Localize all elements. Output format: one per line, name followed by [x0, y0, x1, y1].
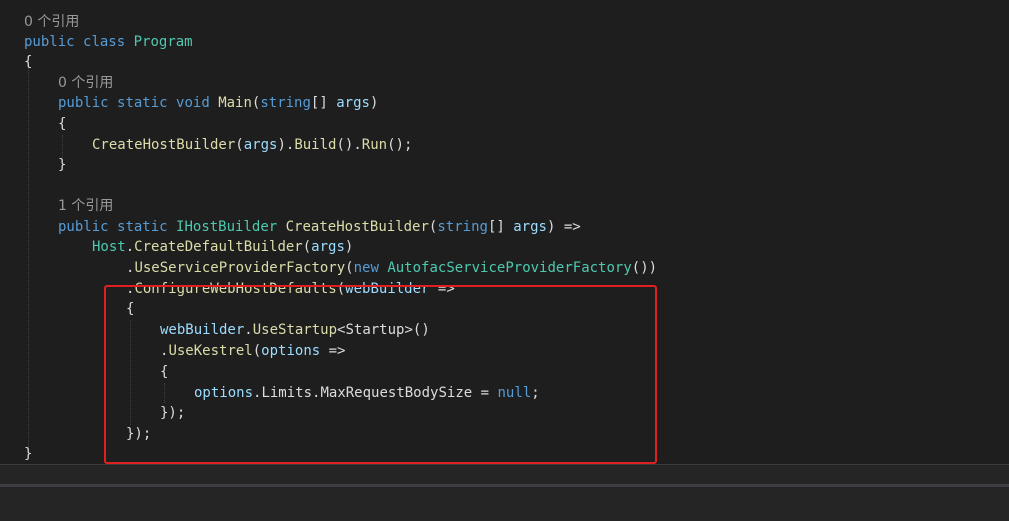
punctuation-token: } — [24, 446, 33, 462]
codelens-references[interactable]: 1 个引用 — [58, 196, 113, 216]
code-line-main-body: CreateHostBuilder(args).Build().Run(); — [92, 135, 412, 156]
method-token: CreateDefaultBuilder — [134, 239, 303, 255]
punctuation-token: [] — [310, 95, 337, 111]
method-token: Run — [361, 137, 388, 153]
punctuation-token: (); — [387, 137, 413, 153]
parameter-token: args — [243, 137, 278, 153]
keyword-token: static — [117, 219, 168, 235]
indent-guide — [28, 64, 29, 451]
codelens-references[interactable]: 0 个引用 — [58, 73, 113, 93]
horizontal-scrollbar[interactable] — [0, 484, 1009, 487]
punctuation-token: . — [353, 137, 362, 153]
punctuation-token: ( — [235, 137, 244, 153]
punctuation-token: ) — [277, 137, 286, 153]
parameter-token: args — [311, 239, 345, 255]
code-line-brace: } — [58, 155, 66, 176]
punctuation-token: . — [125, 239, 135, 255]
code-line-main-signature: public static void Main(string[] args) — [58, 93, 378, 114]
keyword-token: public — [58, 95, 109, 111]
method-token: CreateHostBuilder — [285, 219, 429, 235]
punctuation-token: ) — [344, 239, 354, 255]
punctuation-token: ( — [302, 239, 312, 255]
code-line-brace: { — [58, 114, 66, 135]
parameter-token: args — [336, 95, 370, 111]
type-token: AutofacServiceProviderFactory — [387, 260, 632, 276]
code-line-brace: { — [24, 52, 32, 73]
punctuation-token: { — [24, 54, 33, 70]
code-line-class-declaration: public class Program — [24, 32, 193, 53]
keyword-token: public — [24, 34, 75, 50]
code-editor[interactable]: 0 个引用 public class Program { 0 个引用 publi… — [0, 0, 1009, 464]
method-token: UseServiceProviderFactory — [134, 260, 346, 276]
keyword-token: new — [353, 260, 379, 276]
bottom-panel — [0, 465, 1009, 521]
punctuation-token: } — [58, 157, 67, 173]
keyword-token: string — [260, 95, 311, 111]
highlight-annotation-box — [104, 285, 657, 464]
punctuation-token: ()) — [631, 260, 658, 276]
indent-guide — [62, 135, 63, 157]
code-line-service-provider-factory: .UseServiceProviderFactory(new AutofacSe… — [126, 258, 657, 279]
type-token: IHostBuilder — [176, 219, 278, 235]
punctuation-token: ( — [345, 260, 354, 276]
type-token: Program — [133, 34, 193, 50]
keyword-token: static — [117, 95, 168, 111]
punctuation-token: => — [555, 219, 581, 235]
keyword-token: void — [176, 95, 210, 111]
method-token: Main — [218, 95, 252, 111]
keyword-token: string — [437, 219, 488, 235]
keyword-token: public — [58, 219, 109, 235]
keyword-token: class — [83, 34, 126, 50]
type-token: Host — [92, 239, 126, 255]
code-line-brace: } — [24, 444, 32, 465]
method-token: CreateHostBuilder — [92, 137, 236, 153]
punctuation-token: [] — [487, 219, 514, 235]
punctuation-token: ( — [336, 137, 345, 153]
codelens-references[interactable]: 0 个引用 — [24, 12, 79, 32]
punctuation-token: ) — [369, 95, 379, 111]
parameter-token: args — [513, 219, 547, 235]
code-line-createhostbuilder-signature: public static IHostBuilder CreateHostBui… — [58, 217, 581, 238]
method-token: Build — [294, 137, 337, 153]
punctuation-token: { — [58, 116, 67, 132]
code-line-host-builder: Host.CreateDefaultBuilder(args) — [92, 237, 353, 258]
